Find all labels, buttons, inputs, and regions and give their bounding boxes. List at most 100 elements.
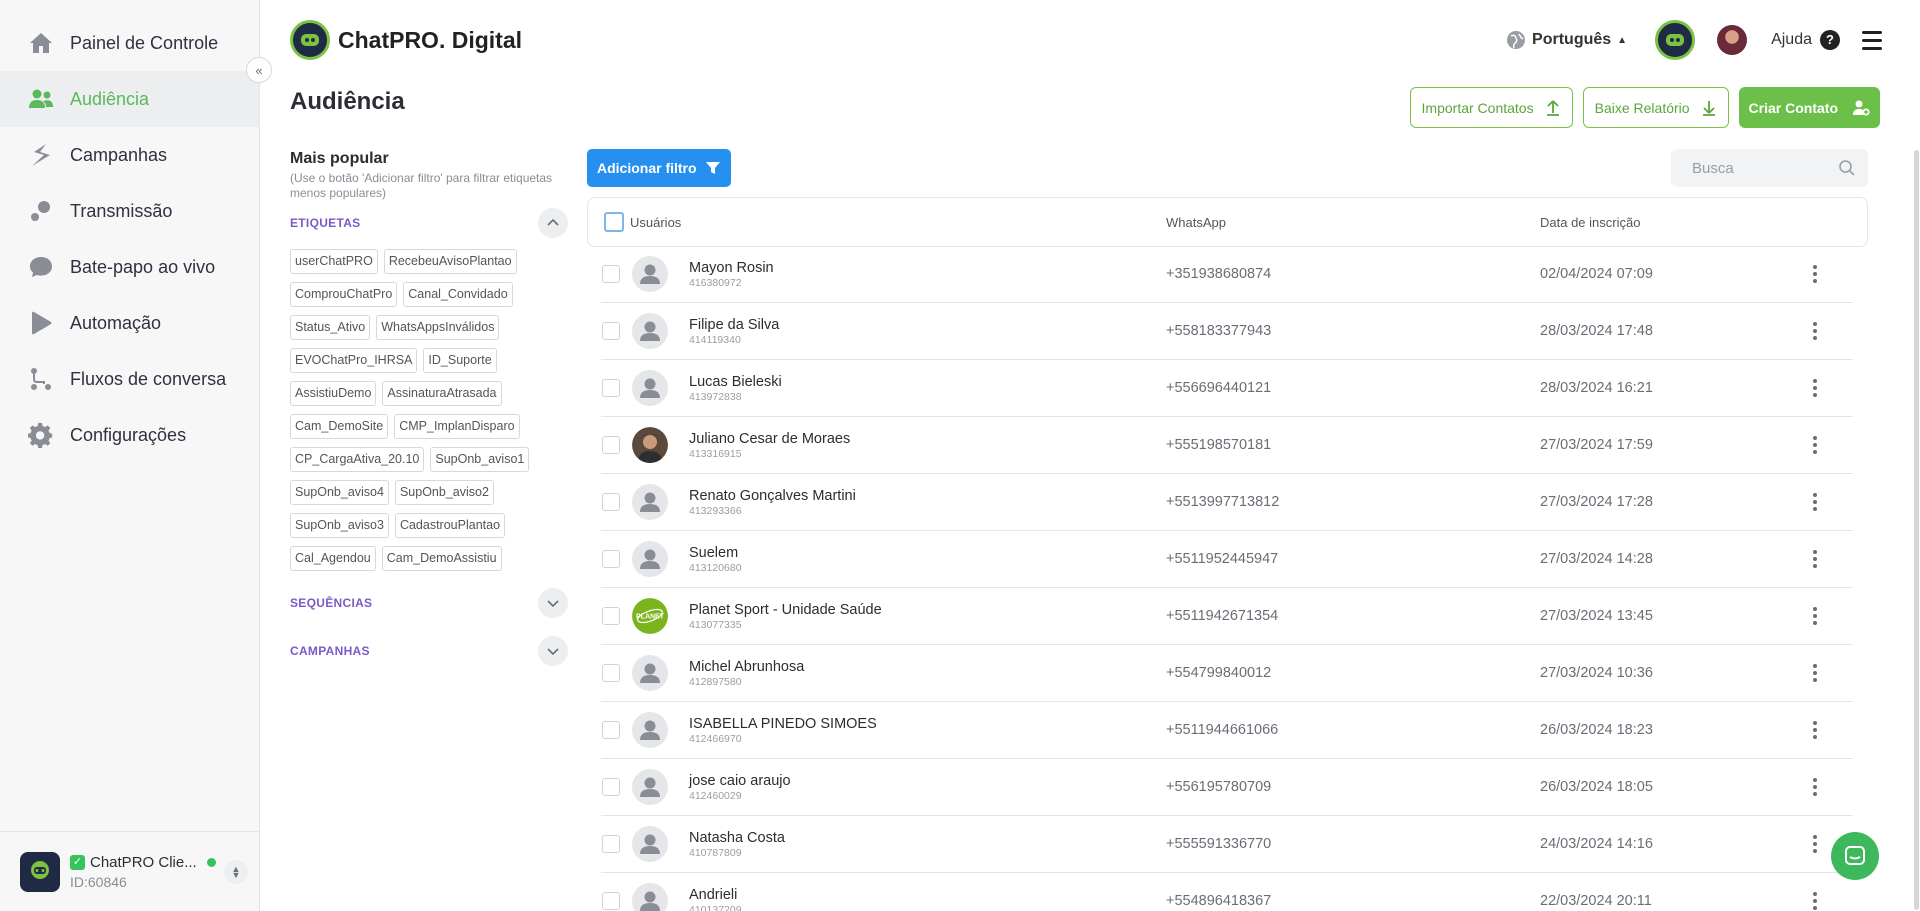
select-all-checkbox[interactable] [604,212,624,232]
contact-name[interactable]: ISABELLA PINEDO SIMOES [689,716,877,732]
contact-name[interactable]: Natasha Costa [689,830,785,846]
import-contacts-button[interactable]: Importar Contatos [1409,87,1573,128]
sidebar-item-audiencia[interactable]: Audiência [0,71,259,127]
more-options-icon[interactable] [1813,379,1817,397]
row-checkbox[interactable] [602,835,620,853]
row-checkbox[interactable] [602,436,620,454]
more-options-icon[interactable] [1813,778,1817,796]
contact-name[interactable]: Mayon Rosin [689,260,774,276]
chevron-down-icon[interactable] [538,588,568,618]
table-row[interactable]: PLANET Planet Sport - Unidade Saúde 413077… [601,588,1853,645]
sidebar-item-transmissao[interactable]: Transmissão [0,183,259,239]
table-row[interactable]: Juliano Cesar de Moraes 413316915 +5551985… [601,417,1853,474]
tag-chip[interactable]: Status_Ativo [290,315,371,340]
sidebar-item-painel-de-controle[interactable]: Painel de Controle [0,15,259,71]
tag-chip[interactable]: CadastrouPlantao [394,513,506,538]
more-options-icon[interactable] [1813,892,1817,910]
more-options-icon[interactable] [1813,664,1817,682]
more-options-icon[interactable] [1813,322,1817,340]
table-row[interactable]: Suelem 413120680 +5511952445947 27/03/2024 … [601,531,1853,588]
tag-chip[interactable]: Cam_DemoAssistiu [381,546,502,571]
search-icon[interactable] [1838,159,1856,177]
row-checkbox[interactable] [602,721,620,739]
table-row[interactable]: Andrieli 410137209 +554896418367 22/03/2024… [601,873,1853,911]
sequences-section-header[interactable]: SEQUÊNCIAS [290,587,568,619]
table-row[interactable]: Renato Gonçalves Martini 413293366 +551399… [601,474,1853,531]
row-checkbox[interactable] [602,892,620,910]
create-contact-button[interactable]: Criar Contato [1738,87,1880,128]
row-checkbox[interactable] [602,778,620,796]
sidebar-item-bate-papo-ao-vivo[interactable]: Bate-papo ao vivo [0,239,259,295]
account-expand-icon[interactable]: ▲ ▼ [224,860,248,884]
support-chat-button[interactable] [1831,832,1879,880]
tag-chip[interactable]: SupOnb_aviso2 [394,480,494,505]
table-row[interactable]: Natasha Costa 410787809 +555591336770 24/03… [601,816,1853,873]
page-scrollbar[interactable] [1914,150,1919,910]
more-options-icon[interactable] [1813,265,1817,283]
table-row[interactable]: ISABELLA PINEDO SIMOES 412466970 +55119446… [601,702,1853,759]
tag-chip[interactable]: ID_Suporte [423,348,497,373]
tag-chip[interactable]: AssistiuDemo [290,381,377,406]
tag-chip[interactable]: CP_CargaAtiva_20.10 [290,447,425,472]
row-checkbox[interactable] [602,607,620,625]
tag-chip[interactable]: SupOnb_aviso1 [430,447,530,472]
row-checkbox[interactable] [602,322,620,340]
contact-name[interactable]: Renato Gonçalves Martini [689,488,856,504]
row-checkbox[interactable] [602,493,620,511]
contact-name[interactable]: Lucas Bieleski [689,374,782,390]
tag-chip[interactable]: ComprouChatPro [290,282,398,307]
column-date[interactable]: Data de inscrição [1540,215,1640,230]
sidebar-item-configuracoes[interactable]: Configurações [0,407,259,463]
column-users[interactable]: Usuários [630,215,681,230]
tag-chip[interactable]: WhatsAppsInválidos [376,315,500,340]
tags-section-header[interactable]: ETIQUETAS [290,207,568,239]
user-avatar[interactable] [1717,25,1748,55]
table-row[interactable]: jose caio araujo 412460029 +556195780709 26… [601,759,1853,816]
tag-chip[interactable]: userChatPRO [290,249,378,274]
chevron-up-icon[interactable] [538,208,568,238]
sidebar-item-fluxos-de-conversa[interactable]: Fluxos de conversa [0,351,259,407]
more-options-icon[interactable] [1813,835,1817,853]
more-options-icon[interactable] [1813,607,1817,625]
row-checkbox[interactable] [602,265,620,283]
contact-name[interactable]: Filipe da Silva [689,317,779,333]
table-row[interactable]: Filipe da Silva 414119340 +558183377943 28/… [601,303,1853,360]
sidebar-item-automacao[interactable]: Automação [0,295,259,351]
contact-name[interactable]: Michel Abrunhosa [689,659,804,675]
collapse-sidebar-button[interactable]: « [246,57,272,83]
sidebar-item-campanhas[interactable]: Campanhas [0,127,259,183]
search-box[interactable] [1671,149,1868,187]
row-checkbox[interactable] [602,550,620,568]
hamburger-menu-icon[interactable] [1862,30,1882,50]
column-whatsapp[interactable]: WhatsApp [1166,215,1226,230]
help-link[interactable]: Ajuda ? [1771,30,1840,50]
campaigns-section-header[interactable]: CAMPANHAS [290,635,568,667]
tag-chip[interactable]: EVOChatPro_IHRSA [290,348,418,373]
contact-name[interactable]: jose caio araujo [689,773,791,789]
account-switcher[interactable]: ✓ ChatPRO Clie... ID:60846 ▲ ▼ [0,831,260,911]
tag-chip[interactable]: CMP_ImplanDisparo [394,414,520,439]
tag-chip[interactable]: Cam_DemoSite [290,414,389,439]
download-report-button[interactable]: Baixe Relatório [1582,87,1729,128]
tag-chip[interactable]: SupOnb_aviso3 [290,513,389,538]
language-selector[interactable]: Português ▲ [1506,30,1627,50]
tag-chip[interactable]: Cal_Agendou [290,546,376,571]
chevron-down-icon[interactable] [538,636,568,666]
contact-name[interactable]: Suelem [689,545,742,561]
more-options-icon[interactable] [1813,436,1817,454]
tag-chip[interactable]: RecebeuAvisoPlantao [383,249,517,274]
tag-chip[interactable]: Canal_Convidado [403,282,513,307]
contact-name[interactable]: Juliano Cesar de Moraes [689,431,850,447]
search-input[interactable] [1692,159,1838,177]
table-row[interactable]: Lucas Bieleski 413972838 +556696440121 28/0… [601,360,1853,417]
more-options-icon[interactable] [1813,550,1817,568]
row-checkbox[interactable] [602,664,620,682]
brand-logo[interactable]: ChatPRO. Digital [290,20,522,60]
row-checkbox[interactable] [602,379,620,397]
tag-chip[interactable]: SupOnb_aviso4 [290,480,389,505]
more-options-icon[interactable] [1813,493,1817,511]
table-row[interactable]: Mayon Rosin 416380972 +351938680874 02/04/2… [601,246,1853,303]
more-options-icon[interactable] [1813,721,1817,739]
contact-name[interactable]: Planet Sport - Unidade Saúde [689,602,882,618]
tag-chip[interactable]: AssinaturaAtrasada [382,381,502,406]
